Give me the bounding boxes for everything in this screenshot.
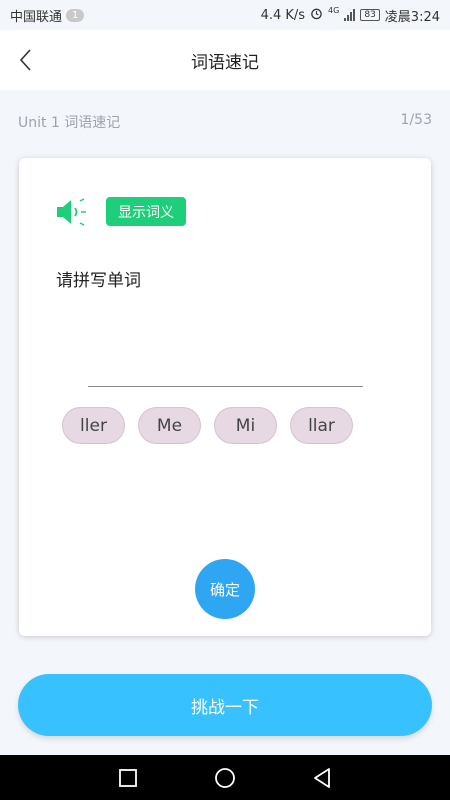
challenge-button[interactable]: 挑战一下 [18, 674, 432, 736]
recent-apps-button[interactable] [113, 763, 143, 793]
system-nav-bar [0, 755, 450, 800]
unit-row: Unit 1 词语速记 1/53 [18, 112, 432, 132]
alarm-icon [310, 7, 323, 24]
signal-icon [344, 9, 356, 21]
show-meaning-button[interactable]: 显示词义 [106, 197, 186, 226]
status-right: 4.4 K/s 4G 83 凌晨3:24 [261, 6, 440, 25]
confirm-button[interactable]: 确定 [195, 559, 255, 619]
spell-prompt: 请拼写单词 [56, 271, 141, 291]
battery-icon: 83 [360, 9, 380, 21]
network-speed: 4.4 K/s [260, 7, 306, 23]
notification-badge: 1 [66, 8, 85, 22]
speaker-icon[interactable] [55, 196, 91, 228]
syllable-chip[interactable]: Me [138, 407, 201, 444]
circle-icon [215, 767, 235, 788]
unit-label: Unit 1 词语速记 [18, 115, 121, 131]
syllable-chip[interactable]: ller [62, 407, 125, 444]
syllable-chip[interactable]: Mi [214, 407, 277, 444]
status-bar: 中国联通 1 4.4 K/s 4G 83 凌晨3:24 [0, 0, 450, 30]
page-title: 词语速记 [191, 52, 259, 73]
clock: 凌晨3:24 [384, 9, 440, 25]
status-left: 中国联通 1 [10, 6, 85, 25]
back-button[interactable] [10, 45, 40, 75]
nav-bar: 词语速记 [0, 30, 450, 90]
back-nav-button[interactable] [307, 763, 337, 793]
answer-input-line[interactable] [88, 386, 363, 387]
progress-counter: 1/53 [400, 112, 432, 128]
home-button[interactable] [210, 763, 240, 793]
syllable-chip[interactable]: llar [290, 407, 353, 444]
square-icon [119, 768, 138, 787]
syllable-chips: ller Me Mi llar [62, 407, 353, 444]
chevron-left-icon [19, 49, 31, 71]
carrier-name: 中国联通 [10, 9, 63, 25]
triangle-back-icon [313, 767, 330, 788]
word-card: 显示词义 请拼写单词 ller Me Mi llar 确定 [19, 158, 431, 636]
network-type: 4G [328, 5, 340, 15]
